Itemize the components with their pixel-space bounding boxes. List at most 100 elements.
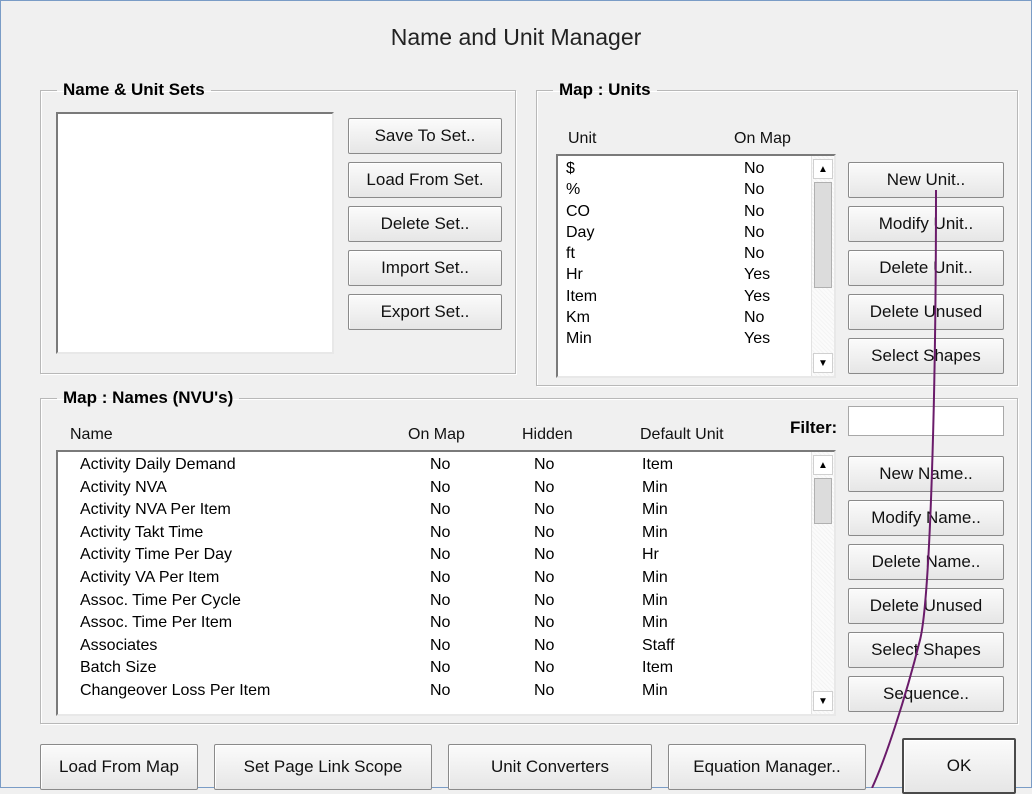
- unit-on-map: No: [744, 160, 765, 177]
- unit-row[interactable]: Km No: [566, 307, 811, 328]
- name-row[interactable]: Assoc. Time Per Item No No Min: [80, 612, 800, 635]
- unit-on-map: Yes: [744, 287, 771, 305]
- modify-name-button[interactable]: Modify Name..: [848, 500, 1004, 536]
- new-unit-button[interactable]: New Unit..: [848, 162, 1004, 198]
- save-to-set-button[interactable]: Save To Set..: [348, 118, 502, 154]
- unit-name: CO: [566, 202, 590, 220]
- name-row[interactable]: Changeover Loss Per Item No No Min: [80, 680, 800, 703]
- ok-button[interactable]: OK: [902, 738, 1016, 794]
- unit-row[interactable]: Hr Yes: [566, 264, 811, 285]
- unit-row[interactable]: Min Yes: [566, 328, 811, 349]
- map-names-legend: Map : Names (NVU's): [63, 388, 234, 407]
- name-on-map: No: [430, 523, 451, 541]
- name-unit-sets-legend: Name & Unit Sets: [63, 80, 205, 99]
- name-hidden: No: [534, 659, 555, 677]
- name-on-map: No: [430, 614, 451, 632]
- modify-unit-button[interactable]: Modify Unit..: [848, 206, 1004, 242]
- units-listbox[interactable]: $ No% No CO No Day No ft No Hr Yes Item Yes Km No Min Ye…: [556, 154, 836, 378]
- load-from-map-button[interactable]: Load From Map: [40, 744, 198, 790]
- unit-row[interactable]: % No: [566, 179, 811, 200]
- unit-on-map: No: [744, 223, 765, 241]
- load-from-set-button[interactable]: Load From Set.: [348, 162, 502, 198]
- delete-unused-names-button[interactable]: Delete Unused: [848, 588, 1004, 624]
- unit-on-map: Yes: [744, 330, 771, 348]
- name-text: Changeover Loss Per Item: [80, 681, 271, 699]
- name-on-map: No: [430, 636, 451, 654]
- sequence-button[interactable]: Sequence..: [848, 676, 1004, 712]
- name-row[interactable]: Batch Size No No Item: [80, 657, 800, 680]
- name-default-unit: Min: [642, 568, 668, 586]
- unit-name: Min: [566, 330, 592, 348]
- select-name-shapes-button[interactable]: Select Shapes: [848, 632, 1004, 668]
- unit-name: ft: [566, 245, 575, 263]
- arrow-up-icon[interactable]: ▲: [813, 159, 833, 179]
- delete-set-button[interactable]: Delete Set..: [348, 206, 502, 242]
- name-hidden: No: [534, 501, 555, 519]
- set-page-link-scope-button[interactable]: Set Page Link Scope: [214, 744, 432, 790]
- name-hidden: No: [534, 478, 555, 496]
- delete-unused-units-button[interactable]: Delete Unused: [848, 294, 1004, 330]
- unit-on-map: No: [744, 181, 765, 199]
- name-default-unit: Min: [642, 614, 668, 632]
- unit-name: Km: [566, 309, 590, 327]
- names-col-hidden: Hidden: [522, 426, 573, 443]
- names-scroll-thumb[interactable]: [814, 478, 832, 524]
- name-on-map: No: [430, 501, 451, 519]
- sets-listbox[interactable]: [56, 112, 334, 354]
- new-name-button[interactable]: New Name..: [848, 456, 1004, 492]
- name-text: Activity Time Per Day: [80, 546, 233, 564]
- name-row[interactable]: Associates No No Staff: [80, 635, 800, 658]
- name-on-map: No: [430, 478, 451, 496]
- name-row[interactable]: Activity Takt Time No No Min: [80, 522, 800, 545]
- names-scrollbar[interactable]: ▲ ▼: [811, 452, 834, 714]
- delete-unit-button[interactable]: Delete Unit..: [848, 250, 1004, 286]
- dialog-title: Name and Unit Manager: [390, 24, 642, 50]
- name-default-unit: Hr: [642, 546, 659, 564]
- name-hidden: No: [534, 681, 555, 699]
- unit-name: %: [566, 181, 581, 199]
- export-set-button[interactable]: Export Set..: [348, 294, 502, 330]
- unit-row[interactable]: $ No: [566, 158, 811, 179]
- units-scroll-thumb[interactable]: [814, 182, 832, 288]
- delete-name-button[interactable]: Delete Name..: [848, 544, 1004, 580]
- name-on-map: No: [430, 568, 451, 586]
- unit-converters-button[interactable]: Unit Converters: [448, 744, 652, 790]
- arrow-down-icon[interactable]: ▼: [813, 353, 833, 373]
- name-text: Assoc. Time Per Cycle: [80, 591, 241, 609]
- name-text: Activity VA Per Item: [80, 568, 220, 586]
- name-on-map: No: [430, 456, 451, 473]
- import-set-button[interactable]: Import Set..: [348, 250, 502, 286]
- name-row[interactable]: Activity VA Per Item No No Min: [80, 567, 800, 590]
- unit-row[interactable]: CO No: [566, 201, 811, 222]
- arrow-down-icon[interactable]: ▼: [813, 691, 833, 711]
- name-text: Activity Daily Demand: [80, 456, 236, 473]
- units-scrollbar[interactable]: ▲ ▼: [811, 156, 834, 376]
- name-text: Activity NVA Per Item: [80, 501, 231, 519]
- name-row[interactable]: Activity NVA No No Min: [80, 477, 800, 500]
- unit-row[interactable]: Day No: [566, 222, 811, 243]
- unit-on-map: Yes: [744, 266, 771, 284]
- equation-manager-button[interactable]: Equation Manager..: [668, 744, 866, 790]
- name-row[interactable]: Activity Daily Demand No No Item: [80, 454, 800, 477]
- name-hidden: No: [534, 636, 555, 654]
- select-unit-shapes-button[interactable]: Select Shapes: [848, 338, 1004, 374]
- name-hidden: No: [534, 456, 555, 473]
- unit-row[interactable]: ft No: [566, 243, 811, 264]
- names-listbox[interactable]: Activity Daily Demand No No Item Activity NV…: [56, 450, 836, 716]
- names-list: Activity Daily Demand No No Item Activity NV…: [80, 454, 800, 703]
- arrow-up-icon[interactable]: ▲: [813, 455, 833, 475]
- units-col-unit: Unit: [568, 130, 597, 147]
- unit-name: Item: [566, 287, 598, 305]
- filter-input[interactable]: [848, 406, 1004, 436]
- name-default-unit: Min: [642, 681, 668, 699]
- name-row[interactable]: Assoc. Time Per Cycle No No Min: [80, 590, 800, 613]
- name-row[interactable]: Activity Time Per Day No No Hr: [80, 544, 800, 567]
- unit-row[interactable]: Item Yes: [566, 286, 811, 307]
- names-col-name: Name: [70, 426, 113, 443]
- units-list: $ No% No CO No Day No ft No Hr Yes Item Yes Km No Min Ye…: [566, 158, 811, 350]
- name-on-map: No: [430, 681, 451, 699]
- name-row[interactable]: Activity NVA Per Item No No Min: [80, 499, 800, 522]
- unit-on-map: No: [744, 202, 765, 220]
- names-col-on-map: On Map: [408, 426, 465, 443]
- name-default-unit: Item: [642, 456, 674, 473]
